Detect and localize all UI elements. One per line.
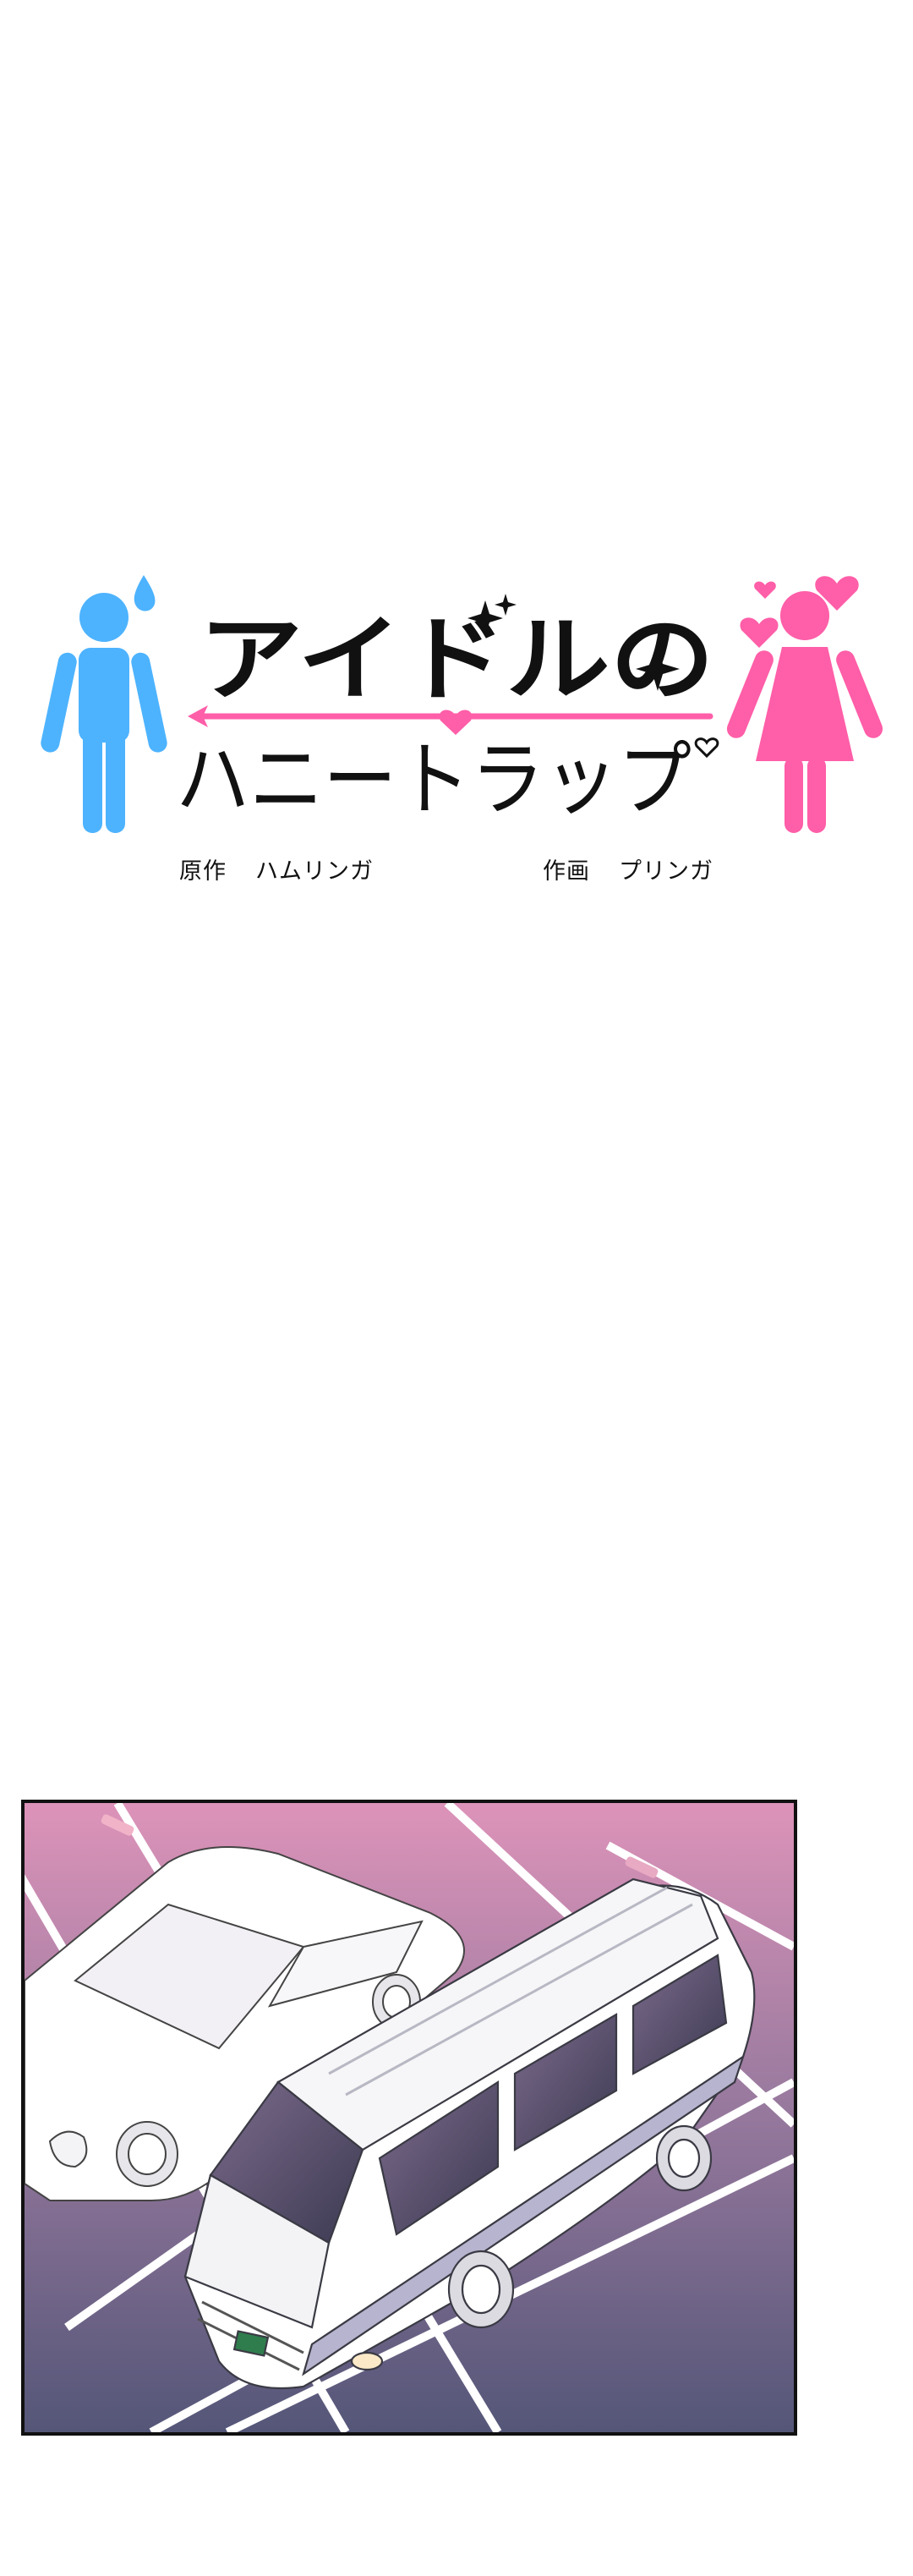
heart-icon bbox=[694, 737, 719, 759]
title-main: アイドルの bbox=[199, 606, 714, 714]
title-sub: ハニートラップ bbox=[176, 732, 692, 827]
credit-art: 作画 プリンガ bbox=[543, 852, 713, 885]
parking-lot-illustration bbox=[25, 1803, 794, 2432]
credit-story-name: ハムリンガ bbox=[255, 858, 374, 885]
sweat-drop-icon bbox=[134, 575, 156, 611]
comic-panel-parking-lot bbox=[21, 1800, 797, 2436]
title-logo: アイドルの ハニートラップ bbox=[41, 575, 883, 833]
credit-art-role: 作画 bbox=[543, 858, 590, 885]
credit-art-name: プリンガ bbox=[619, 858, 713, 885]
credit-story-role: 原作 bbox=[179, 858, 227, 885]
credit-story: 原作 ハムリンガ bbox=[179, 852, 374, 885]
male-figure-icon bbox=[41, 593, 167, 833]
